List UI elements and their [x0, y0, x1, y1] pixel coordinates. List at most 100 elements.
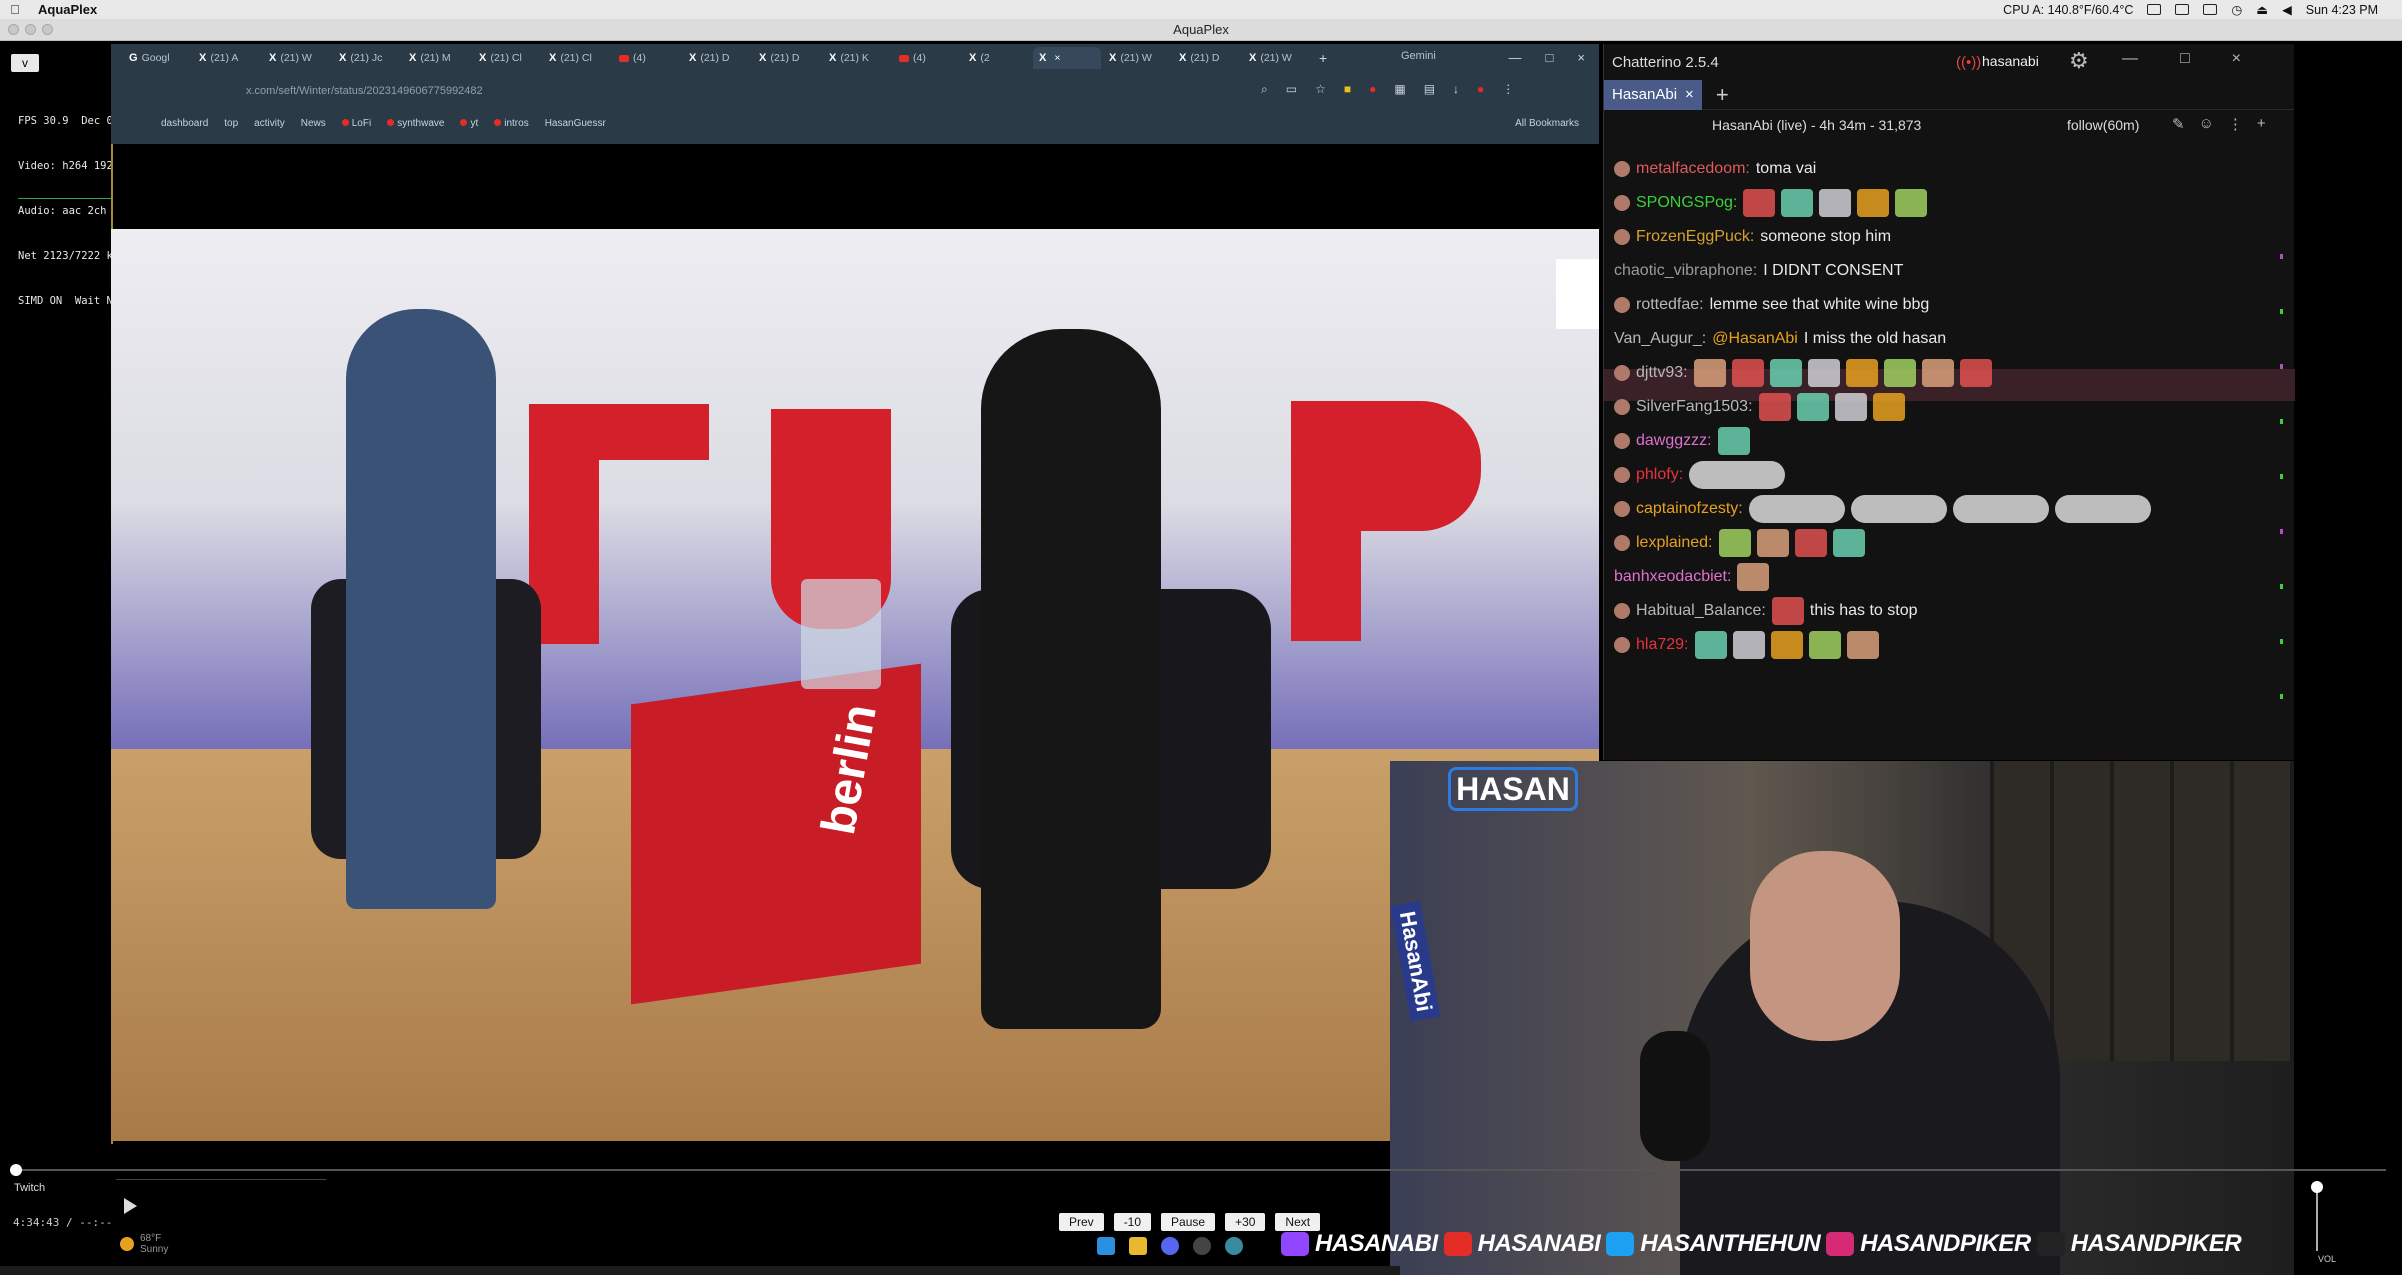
bookmark-item[interactable]: News: [301, 118, 326, 129]
chat-username[interactable]: lexplained:: [1636, 534, 1713, 552]
chat-username[interactable]: captainofzesty:: [1636, 500, 1743, 518]
add-split-icon[interactable]: +: [2257, 115, 2266, 133]
users-icon[interactable]: ☺: [2199, 115, 2214, 133]
puzzle-icon[interactable]: ▦: [1394, 82, 1405, 97]
chat-message[interactable]: lexplained:: [1614, 529, 1865, 557]
volume-icon[interactable]: ◀: [2282, 2, 2292, 17]
download-icon[interactable]: ↓: [1453, 82, 1459, 97]
profile-icon[interactable]: ●: [1477, 82, 1484, 97]
chat-message[interactable]: hla729:: [1614, 631, 1879, 659]
chat-username[interactable]: SPONGSPog:: [1636, 194, 1737, 212]
chat-tab-hasanabi[interactable]: HasanAbi ×: [1604, 79, 1702, 110]
chat-username[interactable]: Habitual_Balance:: [1636, 602, 1766, 620]
overlay-toggle-button[interactable]: v: [11, 54, 39, 72]
chat-username[interactable]: metalfacedoom:: [1636, 161, 1750, 178]
browser-tab[interactable]: X (21) K: [823, 47, 891, 69]
browser-tab[interactable]: X (21) W: [263, 47, 331, 69]
gear-icon[interactable]: ⚙: [2069, 48, 2089, 74]
apple-menu-icon[interactable]: : [0, 2, 30, 17]
eject-icon[interactable]: ⏏: [2256, 2, 2268, 17]
browser-tab[interactable]: X (21) W: [1243, 47, 1311, 69]
volume-knob[interactable]: [2311, 1181, 2323, 1193]
browser-tab[interactable]: (4): [893, 47, 961, 69]
screen-icon[interactable]: [2175, 4, 2190, 15]
browser-tab[interactable]: X (21) Jc: [333, 47, 401, 69]
next-button[interactable]: Next: [1275, 1213, 1321, 1231]
close-window-button[interactable]: [8, 24, 19, 35]
chat-scrollbar[interactable]: [2280, 144, 2284, 699]
cast-icon[interactable]: ▭: [1286, 82, 1297, 97]
chat-message[interactable]: captainofzesty:: [1614, 495, 2151, 523]
video-stage-scene[interactable]: berlin: [111, 229, 1599, 1141]
bookmark-item[interactable]: dashboard: [161, 118, 208, 129]
bookmark-item[interactable]: synthwave: [387, 118, 444, 129]
chat-username[interactable]: rottedfae:: [1636, 296, 1704, 314]
add-tab-button[interactable]: +: [1716, 82, 1729, 108]
close-icon[interactable]: ×: [2232, 50, 2241, 68]
menu-app-name[interactable]: AquaPlex: [38, 2, 97, 17]
chat-username[interactable]: djttv93:: [1636, 364, 1688, 382]
follow-mode-indicator[interactable]: follow(60m): [2067, 117, 2139, 133]
browser-tab[interactable]: X (21) D: [1173, 47, 1241, 69]
browser-tab[interactable]: X (21) M: [403, 47, 471, 69]
all-bookmarks-button[interactable]: All Bookmarks: [1515, 118, 1579, 129]
volume-slider[interactable]: [2311, 1181, 2323, 1251]
seek-knob[interactable]: [10, 1164, 22, 1176]
chat-message[interactable]: djttv93:: [1614, 359, 1992, 387]
browser-tab[interactable]: X (21) D: [683, 47, 751, 69]
browser-tab[interactable]: X (21) Cl: [473, 47, 541, 69]
chat-message[interactable]: Van_Augur_: @HasanAbi I miss the old hasan: [1614, 325, 1946, 353]
refresh-app-icon[interactable]: [1225, 1237, 1243, 1255]
minimize-icon[interactable]: —: [1509, 50, 1522, 65]
minimize-window-button[interactable]: [25, 24, 36, 35]
sidebar-icon[interactable]: ▤: [1424, 82, 1435, 97]
adblock-icon[interactable]: ●: [1369, 82, 1376, 97]
browser-tab-active[interactable]: X ×: [1033, 47, 1101, 69]
chat-message-list[interactable]: metalfacedoom: toma vai SPONGSPog: FrozenEg…: [1604, 161, 2295, 761]
chat-username[interactable]: dawggzzz:: [1636, 432, 1712, 450]
discord-icon[interactable]: [1161, 1237, 1179, 1255]
browser-tab[interactable]: X (21) W: [1103, 47, 1171, 69]
close-icon[interactable]: ×: [1577, 50, 1585, 65]
maximize-icon[interactable]: □: [2180, 50, 2190, 68]
menu-clock[interactable]: Sun 4:23 PM: [2306, 3, 2378, 17]
chat-message[interactable]: SPONGSPog:: [1614, 189, 1928, 217]
browser-tab[interactable]: (4): [613, 47, 681, 69]
browser-tab[interactable]: X (21) Cl: [543, 47, 611, 69]
browser-tab[interactable]: G Googl: [123, 47, 191, 69]
chat-message[interactable]: Habitual_Balance: this has to stop: [1614, 597, 1918, 625]
zoom-icon[interactable]: ⌕: [1261, 82, 1268, 97]
star-icon[interactable]: ☆: [1315, 82, 1326, 97]
gemini-button[interactable]: Gemini: [1401, 50, 1436, 62]
chat-message[interactable]: phlofy:: [1614, 461, 1786, 489]
play-icon[interactable]: [124, 1198, 137, 1214]
restore-icon[interactable]: □: [1546, 50, 1554, 65]
windows-start-icon[interactable]: [1097, 1237, 1115, 1255]
bookmark-item[interactable]: HasanGuessr: [545, 118, 606, 129]
chat-message[interactable]: metalfacedoom: toma vai: [1614, 161, 1816, 183]
chat-mention[interactable]: @HasanAbi: [1712, 330, 1798, 348]
chat-username[interactable]: hla729:: [1636, 636, 1689, 654]
chat-username[interactable]: banhxeodacbiet:: [1614, 568, 1731, 586]
browser-tab[interactable]: X (21) D: [753, 47, 821, 69]
close-tab-icon[interactable]: ×: [1054, 52, 1060, 64]
minimize-icon[interactable]: —: [2122, 50, 2138, 68]
chat-channel-name[interactable]: hasanabi: [1982, 53, 2039, 69]
chat-username[interactable]: chaotic_vibraphone:: [1614, 262, 1757, 280]
chat-username[interactable]: phlofy:: [1636, 466, 1683, 484]
bookmark-item[interactable]: LoFi: [341, 118, 371, 129]
chat-message[interactable]: dawggzzz:: [1614, 427, 1750, 455]
extension-icon[interactable]: ■: [1344, 82, 1351, 97]
bookmark-item[interactable]: yt: [460, 118, 478, 129]
chat-username[interactable]: FrozenEggPuck:: [1636, 228, 1754, 246]
browser-tab[interactable]: X (2: [963, 47, 1031, 69]
new-tab-button[interactable]: +: [1319, 50, 1327, 66]
bookmark-item[interactable]: intros: [494, 118, 529, 129]
chat-message[interactable]: banhxeodacbiet:: [1614, 563, 1770, 591]
grid-icon[interactable]: [2203, 4, 2218, 15]
zoom-window-button[interactable]: [42, 24, 53, 35]
file-explorer-icon[interactable]: [1129, 1237, 1147, 1255]
pencil-icon[interactable]: ✎: [2172, 115, 2185, 133]
rewind-10-button[interactable]: -10: [1113, 1213, 1152, 1231]
address-bar[interactable]: x.com/seft/Winter/status/202314960677599…: [224, 80, 1324, 102]
